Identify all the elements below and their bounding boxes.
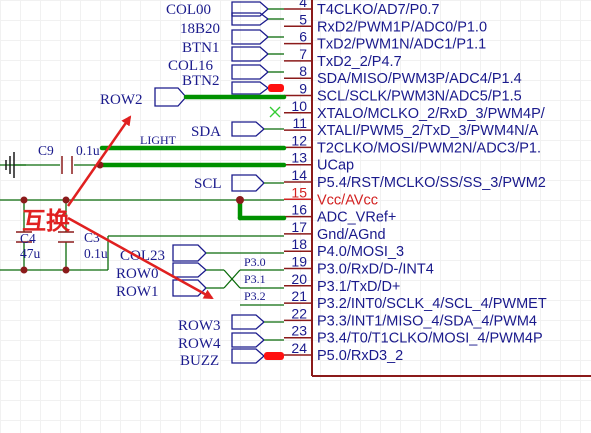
pin-18-number: 18	[291, 236, 307, 252]
net-label-p30: P3.0	[244, 255, 266, 269]
net-label-col16: COL16	[168, 58, 214, 74]
c9-capacitor	[61, 156, 73, 174]
pin-17-number: 17	[291, 219, 307, 235]
pin-17-name: Gnd/AGnd	[317, 227, 386, 243]
net-label-col00: COL00	[166, 2, 211, 18]
pin-14-name: P5.4/RST/MCLKO/SS/SS_3/PWM2	[317, 175, 546, 191]
pin-8-number: 8	[299, 63, 307, 79]
pin-8-name: SDA/MISO/PWM3P/ADC4/P1.4	[317, 71, 522, 87]
pin-9-name: SCL/SCLK/PWM3N/ADC5/P1.5	[317, 89, 522, 105]
pin-24-name: P5.0/RxD3_2	[317, 348, 403, 364]
schematic-canvas: 4 T4CLKO/AD7/P0.7 5 RxD2/PWM1P/ADC0/P1.0 6 Tx…	[0, 0, 591, 433]
net-label-p32: P3.2	[244, 289, 266, 303]
net-label-row1: ROW1	[116, 284, 159, 300]
net-label-btn1: BTN1	[182, 40, 220, 56]
flag-col23	[172, 244, 207, 262]
no-connect-icon	[269, 106, 281, 118]
pin-10-number: 10	[291, 98, 307, 114]
flag-row2	[154, 87, 187, 107]
net-label-row0: ROW0	[116, 266, 159, 282]
flag-row0	[172, 262, 207, 278]
pin-7-number: 7	[299, 46, 307, 62]
pin-23-number: 23	[291, 323, 307, 339]
pin-5-name: RxD2/PWM1P/ADC0/P1.0	[317, 19, 487, 35]
net-label-row2: ROW2	[100, 92, 143, 108]
pin-12-number: 12	[291, 132, 307, 148]
flag-scl	[231, 174, 265, 192]
pin-19-name: P3.0/RxD/D-/INT4	[317, 262, 434, 278]
pin-20-name: P3.1/TxD/D+	[317, 279, 400, 295]
net-label-light: LIGHT	[140, 133, 177, 147]
pin-21-name: P3.2/INT0/SCLK_4/SCL_4/PWMET	[317, 296, 547, 312]
c9-refdes: C9	[38, 143, 54, 158]
pin-20-number: 20	[291, 271, 307, 287]
pin8-marker	[268, 84, 284, 92]
swap-annotation: 互换	[22, 206, 71, 235]
pin-14-number: 14	[291, 167, 307, 183]
flag-buzz	[231, 348, 265, 364]
pin-4-number: 4	[299, 0, 307, 10]
pin-12-name: T2CLKO/MOSI/PWM2N/ADC3/P1.	[317, 140, 541, 156]
flag-sda	[231, 121, 265, 137]
pin-11-number: 11	[292, 115, 307, 131]
ic-pins: 4 T4CLKO/AD7/P0.7 5 RxD2/PWM1P/ADC0/P1.0 6 Tx…	[284, 0, 547, 364]
flag-col00	[231, 12, 270, 26]
flag-row1	[172, 279, 207, 297]
net-label-btn2: BTN2	[182, 73, 220, 89]
net-label-buzz: BUZZ	[180, 353, 219, 369]
pin-6-number: 6	[299, 29, 307, 45]
pin-6-name: TxD2/PWM1N/ADC1/P1.1	[317, 37, 486, 53]
pin-10-name: XTALO/MCLKO_2/RxD_3/PWM4P/	[317, 106, 546, 122]
net-label-row4: ROW4	[178, 336, 221, 352]
pin-11-name: XTALI/PWM5_2/TxD_3/PWM4N/A	[317, 123, 539, 139]
flag-row3	[231, 314, 265, 330]
pin-18-name: P4.0/MOSI_3	[317, 244, 404, 260]
pin-22-number: 22	[291, 305, 307, 321]
arrow-to-row2	[66, 115, 132, 207]
c3-value: 0.1u	[84, 246, 108, 261]
pin24-marker	[264, 352, 284, 360]
pin-16-number: 16	[291, 202, 307, 218]
net-label-scl: SCL	[194, 176, 222, 192]
pin-13-number: 13	[291, 150, 307, 166]
pin-15-number: 15	[291, 184, 307, 200]
pin-9-number: 9	[299, 81, 307, 97]
pin-23-name: P3.4/T0/T1CLKO/MOSI_4/PWM4P	[317, 331, 543, 347]
flag-btn1	[231, 46, 269, 62]
flag-18b20	[231, 29, 269, 45]
schematic: 4 T4CLKO/AD7/P0.7 5 RxD2/PWM1P/ADC0/P1.0 6 Tx…	[0, 0, 591, 377]
pin-5-number: 5	[299, 11, 307, 27]
pin-22-name: P3.3/INT1/MISO_4/SDA_4/PWM4	[317, 313, 537, 329]
net-label-sda: SDA	[191, 124, 221, 140]
c9-value: 0.1u	[76, 143, 100, 158]
flag-col16	[231, 64, 269, 80]
pin-24-number: 24	[291, 340, 307, 356]
pin-4-name: T4CLKO/AD7/P0.7	[317, 2, 440, 18]
pin-16-name: ADC_VRef+	[317, 210, 396, 226]
net-label-row3: ROW3	[178, 318, 221, 334]
pin-21-number: 21	[291, 288, 307, 304]
flag-top	[231, 1, 269, 17]
pin-13-name: UCap	[317, 158, 354, 174]
pin-15-name: Vcc/AVcc	[317, 192, 378, 208]
net-label-p31: P3.1	[244, 272, 266, 286]
flag-row4	[231, 332, 265, 348]
flag-btn2	[231, 81, 270, 95]
pin-7-name: TxD2_2/P4.7	[317, 54, 402, 70]
pin-19-number: 19	[291, 254, 307, 270]
net-label-18b20: 18B20	[180, 21, 220, 37]
c4-value: 47u	[20, 246, 41, 261]
